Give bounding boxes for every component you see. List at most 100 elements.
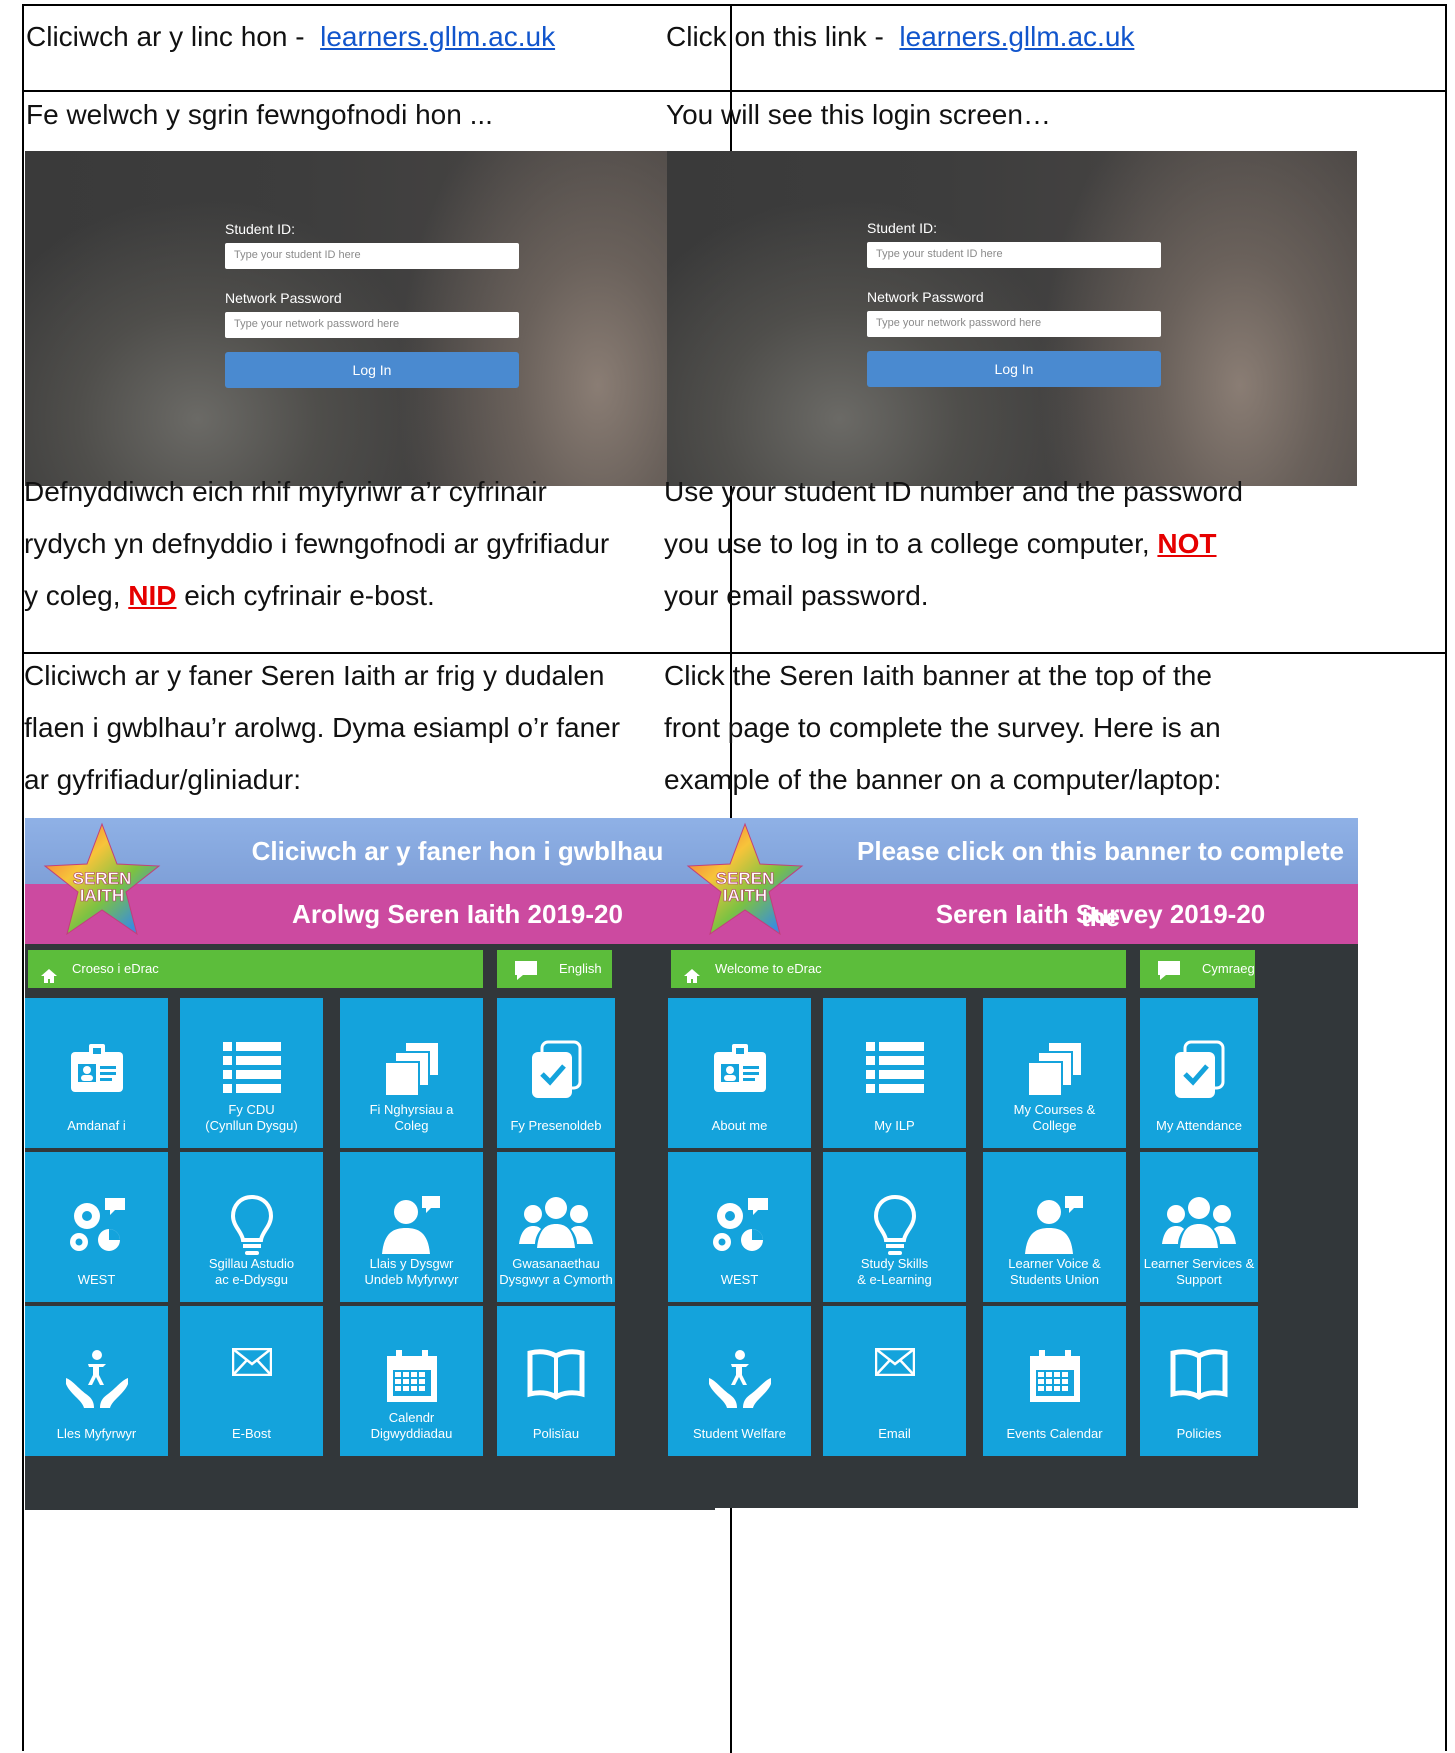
login-button[interactable]: Log In xyxy=(867,351,1161,387)
instruction-line: Click the Seren Iaith banner at the top … xyxy=(664,660,1212,691)
instruction-line: Cliciwch ar y faner Seren Iaith ar frig … xyxy=(24,660,605,691)
instruction-line: example of the banner on a computer/lapt… xyxy=(664,764,1222,795)
tile-label-line: Sgillau Astudio xyxy=(208,1256,295,1271)
tile-group[interactable]: Learner Services & Support xyxy=(1140,1152,1258,1302)
tile-label-line: (Cynllun Dysgu) xyxy=(205,1118,298,1133)
login-screenshot-welsh: Student ID: Type your student ID here Ne… xyxy=(25,151,715,486)
tile-label-line: Fi Nghyrsiau a xyxy=(369,1102,454,1117)
tile-welfare[interactable]: Lles Myfyrwyr xyxy=(25,1306,168,1456)
tile-stack[interactable]: My Courses & College xyxy=(983,998,1126,1148)
tile-label-line: About me xyxy=(711,1118,768,1133)
tile-group[interactable]: Gwasanaethau Dysgwyr a Cymorth xyxy=(497,1152,615,1302)
chat-icon xyxy=(513,958,539,996)
instruction-line: Use your student ID number and the passw… xyxy=(664,476,1243,507)
student-id-input[interactable]: Type your student ID here xyxy=(225,243,519,269)
tile-label: Email xyxy=(823,1426,966,1442)
login-intro-english: You will see this login screen… xyxy=(666,99,1051,130)
seren-iaith-survey-banner[interactable]: Please click on this banner to complete … xyxy=(668,818,1358,944)
tile-label-line: Policies xyxy=(1176,1426,1222,1441)
tile-label-line: Learner Voice & xyxy=(1008,1256,1101,1271)
instruction-text: y coleg, xyxy=(24,580,129,611)
tile-label-line: Study Skills xyxy=(860,1256,929,1271)
language-switch-button[interactable]: Cymraeg xyxy=(1140,950,1255,988)
tile-bulb[interactable]: Study Skills & e-Learning xyxy=(823,1152,966,1302)
tile-label: Amdanaf i xyxy=(25,1118,168,1134)
tile-book[interactable]: Policies xyxy=(1140,1306,1258,1456)
tile-calendar[interactable]: Calendr Digwyddiadau xyxy=(340,1306,483,1456)
login-instructions-welsh: Defnyddiwch eich rhif myfyriwr a’r cyfri… xyxy=(24,466,609,622)
tile-gears[interactable]: WEST xyxy=(25,1152,168,1302)
learners-link[interactable]: learners.gllm.ac.uk xyxy=(899,21,1134,52)
tile-person-speech[interactable]: Learner Voice & Students Union xyxy=(983,1152,1126,1302)
tile-label-line: Student Welfare xyxy=(693,1426,786,1441)
home-label: Croeso i eDrac xyxy=(72,961,159,976)
tile-label-line: Learner Services & xyxy=(1143,1256,1255,1271)
language-label: Cymraeg xyxy=(1202,961,1255,976)
tile-label-line: Dysgwyr a Cymorth xyxy=(499,1272,613,1287)
tile-label: Sgillau Astudio ac e-Ddysgu xyxy=(180,1256,323,1288)
tile-id-card[interactable]: Amdanaf i xyxy=(25,998,168,1148)
instruction-line: Defnyddiwch eich rhif myfyriwr a’r cyfri… xyxy=(24,476,547,507)
tile-label-line: Coleg xyxy=(394,1118,429,1133)
tile-label-line: WEST xyxy=(720,1272,759,1287)
tile-label: Student Welfare xyxy=(668,1426,811,1442)
seren-iaith-star-logo: SERENIAITH xyxy=(43,822,161,936)
tile-label-line: Calendr xyxy=(388,1410,435,1425)
tile-label-line: Undeb Myfyrwyr xyxy=(364,1272,459,1287)
tile-label: Learner Voice & Students Union xyxy=(983,1256,1126,1288)
chat-icon xyxy=(1156,958,1182,996)
tile-label-line: Fy Presenoldeb xyxy=(510,1118,602,1133)
home-bar[interactable]: Croeso i eDrac xyxy=(28,950,483,988)
tile-label: My ILP xyxy=(823,1118,966,1134)
tile-label: Gwasanaethau Dysgwyr a Cymorth xyxy=(497,1256,615,1288)
tile-person-speech[interactable]: Llais y Dysgwr Undeb Myfyrwyr xyxy=(340,1152,483,1302)
tile-label-line: E-Bost xyxy=(231,1426,271,1441)
language-switch-button[interactable]: English xyxy=(497,950,612,988)
tile-label: E-Bost xyxy=(180,1426,323,1442)
tile-bulb[interactable]: Sgillau Astudio ac e-Ddysgu xyxy=(180,1152,323,1302)
link-prefix-text: Cliciwch ar y linc hon - xyxy=(26,21,313,52)
student-id-label: Student ID: xyxy=(225,221,296,237)
tile-label-line: Students Union xyxy=(1010,1272,1099,1287)
seren-iaith-star-logo: SERENIAITH xyxy=(686,822,804,936)
tile-label: Llais y Dysgwr Undeb Myfyrwyr xyxy=(340,1256,483,1288)
login-button[interactable]: Log In xyxy=(225,352,519,388)
tile-stack[interactable]: Fi Nghyrsiau a Coleg xyxy=(340,998,483,1148)
tile-label: WEST xyxy=(25,1272,168,1288)
tile-envelope[interactable]: E-Bost xyxy=(180,1306,323,1456)
tile-list[interactable]: Fy CDU (Cynllun Dysgu) xyxy=(180,998,323,1148)
tile-label-line: Gwasanaethau xyxy=(512,1256,600,1271)
banner-instructions-english: Click the Seren Iaith banner at the top … xyxy=(664,650,1221,806)
warning-word: NOT xyxy=(1157,528,1217,559)
password-input[interactable]: Type your network password here xyxy=(225,312,519,338)
tile-check-card[interactable]: My Attendance xyxy=(1140,998,1258,1148)
tile-check-card[interactable]: Fy Presenoldeb xyxy=(497,998,615,1148)
home-bar[interactable]: Welcome to eDrac xyxy=(671,950,1126,988)
tile-calendar[interactable]: Events Calendar xyxy=(983,1306,1126,1456)
learners-link[interactable]: learners.gllm.ac.uk xyxy=(320,21,555,52)
link-row-welsh: Cliciwch ar y linc hon - learners.gllm.a… xyxy=(26,8,555,66)
tile-label-line: ac e-Ddysgu xyxy=(215,1272,288,1287)
tile-label-line: & e-Learning xyxy=(857,1272,932,1287)
student-id-input[interactable]: Type your student ID here xyxy=(867,242,1161,268)
tile-label: WEST xyxy=(668,1272,811,1288)
tile-label-line: College xyxy=(1032,1118,1077,1133)
instruction-line: ar gyfrifiadur/gliniadur: xyxy=(24,764,302,795)
home-icon xyxy=(683,961,701,999)
tile-book[interactable]: Polisïau xyxy=(497,1306,615,1456)
tile-id-card[interactable]: About me xyxy=(668,998,811,1148)
tile-label-line: Llais y Dysgwr xyxy=(369,1256,454,1271)
tile-label-line: Amdanaf i xyxy=(67,1118,126,1133)
student-id-label: Student ID: xyxy=(867,220,938,236)
tile-welfare[interactable]: Student Welfare xyxy=(668,1306,811,1456)
tile-label: Study Skills & e-Learning xyxy=(823,1256,966,1288)
tile-label-line: WEST xyxy=(77,1272,116,1287)
login-intro-welsh: Fe welwch y sgrin fewngofnodi hon ... xyxy=(26,99,493,130)
tile-list[interactable]: My ILP xyxy=(823,998,966,1148)
tile-envelope[interactable]: Email xyxy=(823,1306,966,1456)
instruction-line: your email password. xyxy=(664,580,929,611)
tile-gears[interactable]: WEST xyxy=(668,1152,811,1302)
seren-iaith-survey-banner[interactable]: Cliciwch ar y faner hon i gwblhau Arolwg … xyxy=(25,818,715,944)
tile-label: Fi Nghyrsiau a Coleg xyxy=(340,1102,483,1134)
password-input[interactable]: Type your network password here xyxy=(867,311,1161,337)
